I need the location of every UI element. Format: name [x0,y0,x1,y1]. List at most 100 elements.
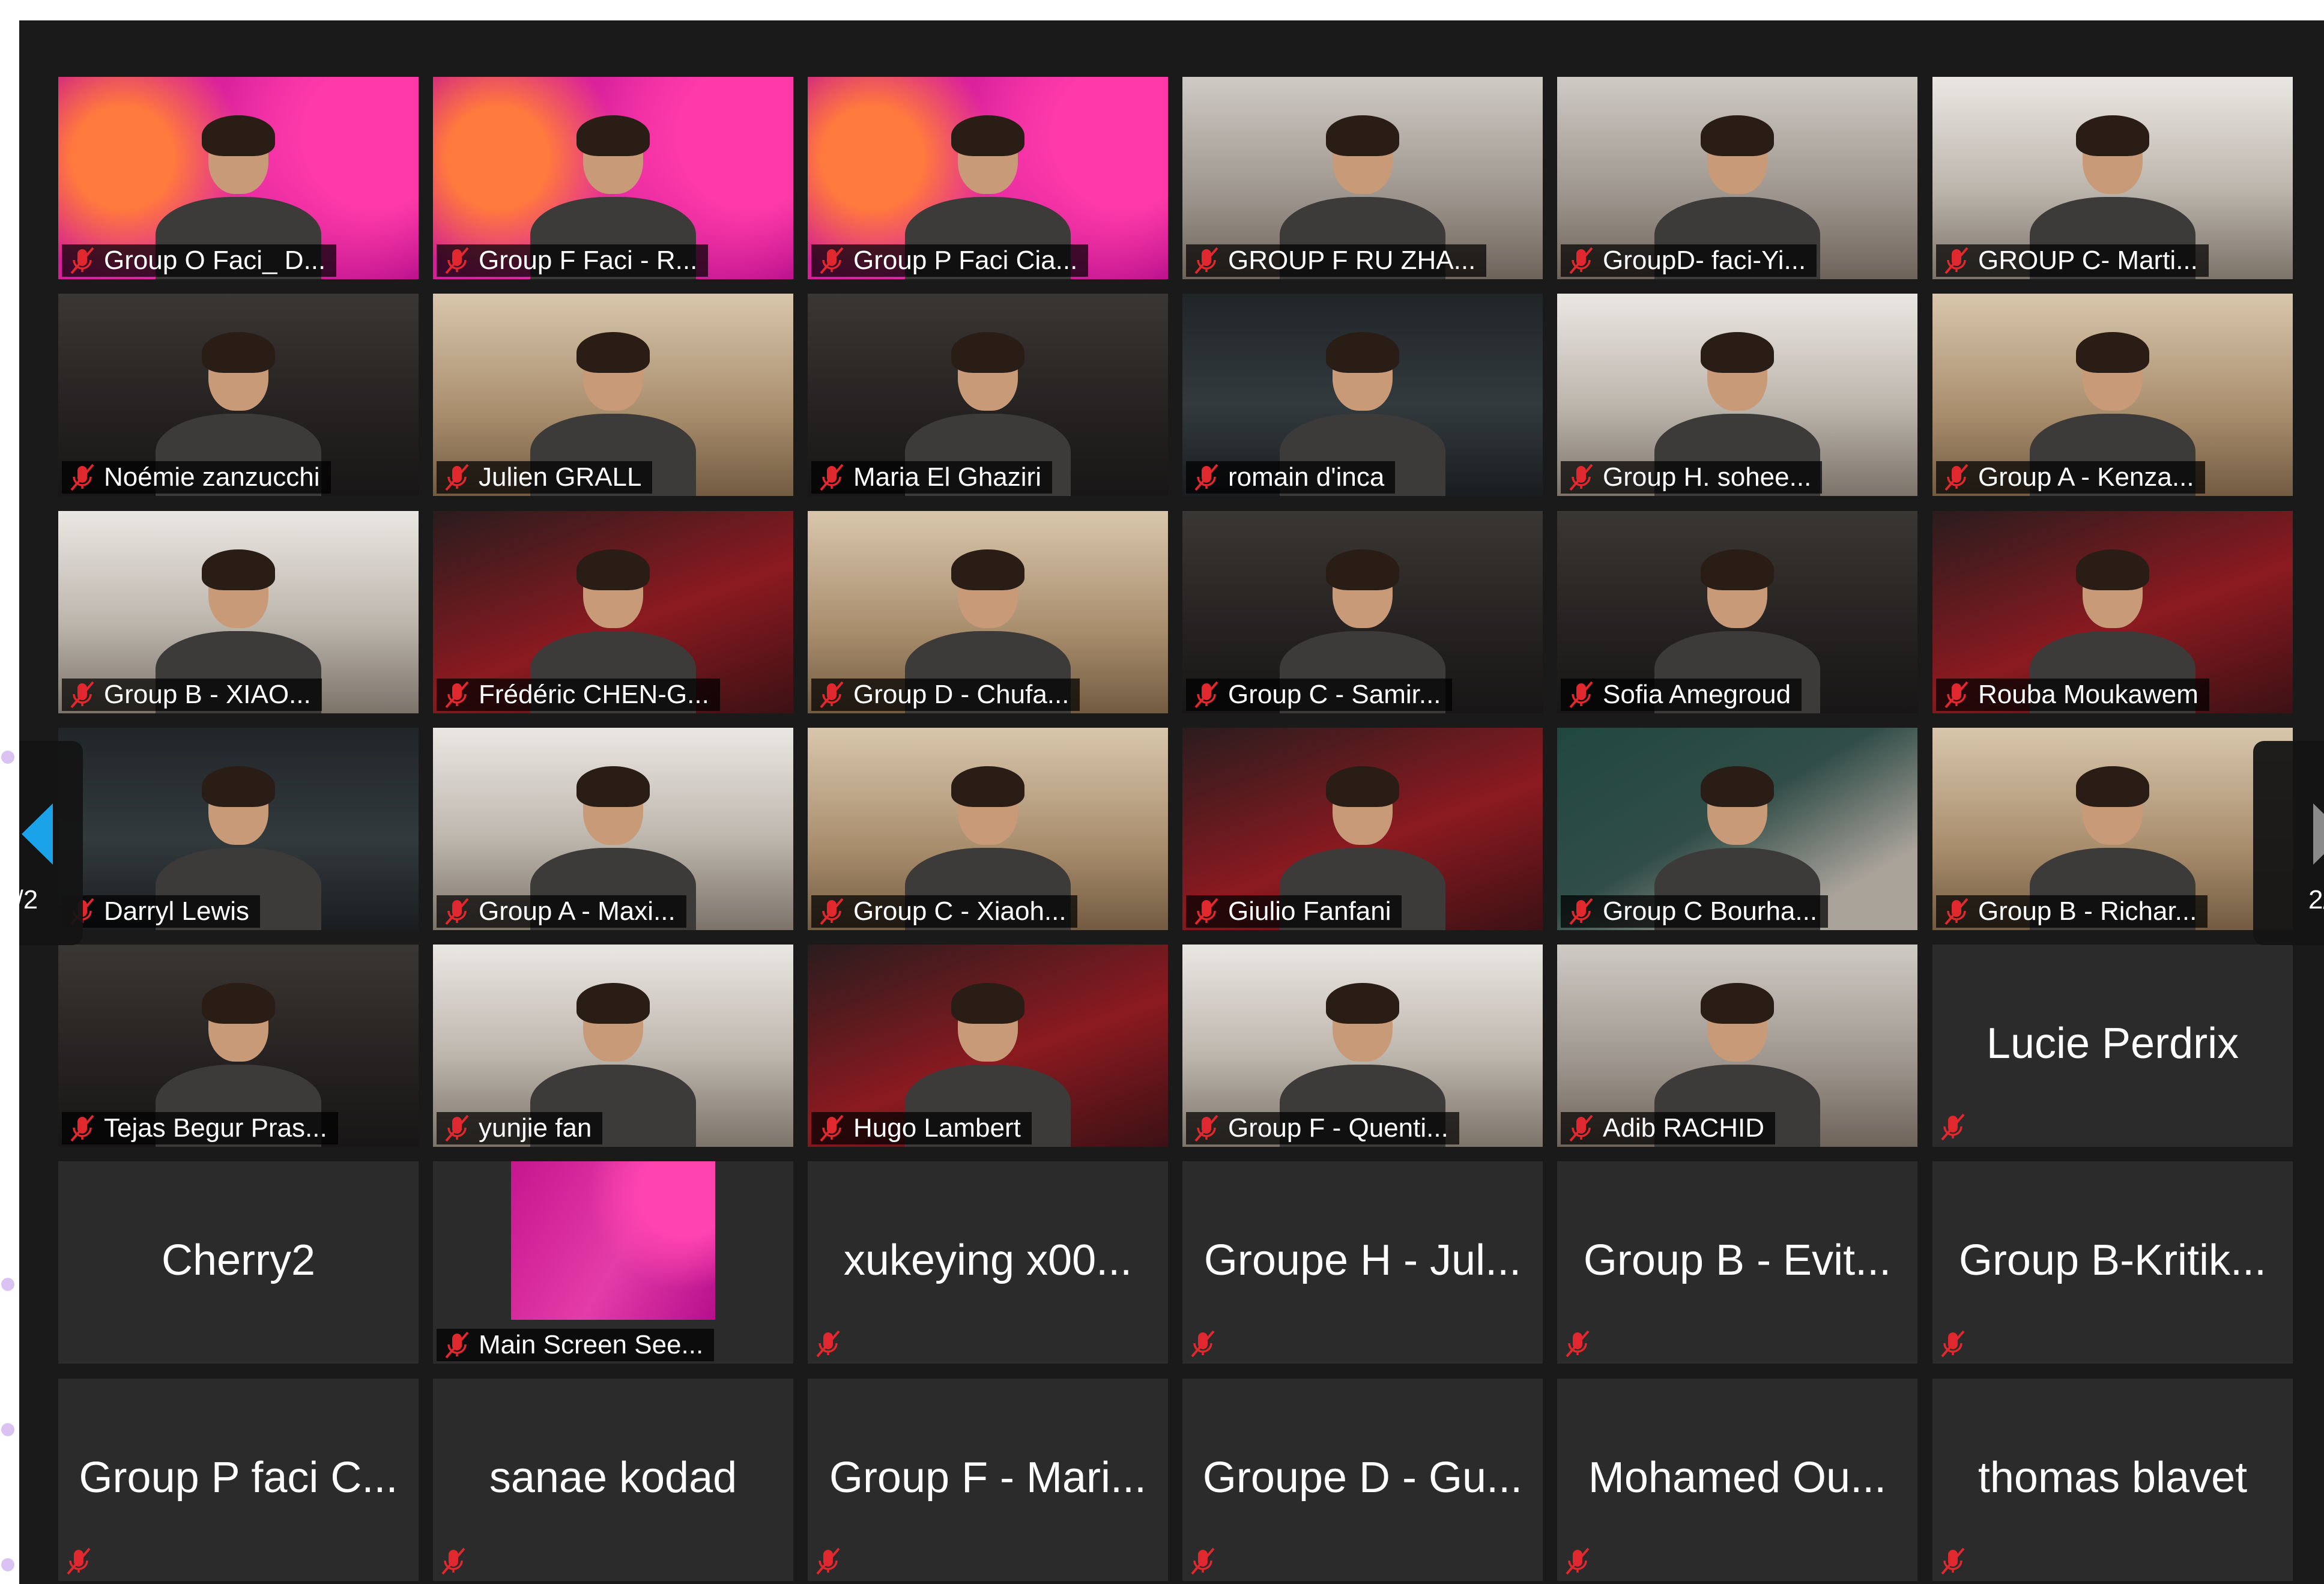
participant-name-label: Group B - XIAO... [62,679,322,711]
participant-name: Group B - Richar... [1978,896,2197,926]
participant-tile[interactable]: GroupD- faci-Yi... [1557,77,1917,279]
participant-name: Giulio Fanfani [1228,896,1391,926]
participant-tile[interactable]: GROUP C- Marti... [1932,77,2293,279]
mic-muted-icon [70,681,94,709]
participant-tile[interactable]: Groupe H - Jul... [1182,1161,1543,1364]
participant-tile[interactable]: thomas blavet [1932,1379,2293,1581]
participant-name: Group C - Samir... [1228,680,1441,709]
participant-tile[interactable]: Frédéric CHEN-G... [433,511,793,713]
participant-name: Tejas Begur Pras... [104,1113,327,1143]
mic-muted-icon [1194,1114,1218,1142]
mic-muted-icon [1194,681,1218,709]
participant-tile[interactable]: Group B-Kritik... [1932,1161,2293,1364]
participant-tile[interactable]: Cherry2 [58,1161,419,1364]
participant-tile[interactable]: Group A - Maxi... [433,728,793,930]
mic-muted-icon [1944,681,1968,709]
participant-tile[interactable]: Adib RACHID [1557,945,1917,1147]
participant-tile[interactable]: Group F - Mari... [808,1379,1168,1581]
participant-name: Cherry2 [161,1236,316,1284]
participant-name-label: Group O Faci_ D... [62,244,337,277]
mic-muted-icon [1941,1330,1965,1358]
participant-tile[interactable]: Group A - Kenza... [1932,294,2293,496]
participant-tile[interactable]: Rouba Moukawem [1932,511,2293,713]
participant-name: Frédéric CHEN-G... [479,680,709,709]
participant-tile[interactable]: Group O Faci_ D... [58,77,419,279]
participant-tile[interactable]: Group B - Richar... [1932,728,2293,930]
mic-muted-icon [445,1114,469,1142]
participant-name: Group D - Chufa... [853,680,1070,709]
participant-name: Group B-Kritik... [1958,1236,2267,1284]
decor-dot [1,1558,14,1571]
participant-tile[interactable]: Group B - XIAO... [58,511,419,713]
participant-name-label: romain d'inca [1186,461,1396,494]
participant-tile[interactable]: Darryl Lewis [58,728,419,930]
mic-muted-icon [1191,1330,1215,1358]
participant-name: Lucie Perdrix [1986,1019,2239,1068]
participant-name: Group H. sohee... [1603,462,1812,492]
mic-muted-icon [816,1547,840,1575]
participant-tile[interactable]: Lucie Perdrix [1932,945,2293,1147]
participant-name-label: Giulio Fanfani [1186,895,1402,928]
participant-tile[interactable]: Sofia Amegroud [1557,511,1917,713]
participant-name: Main Screen See... [479,1330,704,1359]
participant-tile[interactable]: Group B - Evit... [1557,1161,1917,1364]
participant-tile[interactable]: Group D - Chufa... [808,511,1168,713]
participant-name-label: Group C - Xiaoh... [811,895,1077,928]
previous-page-button[interactable]: 2/2 [19,741,83,945]
mic-muted-icon [445,464,469,491]
participant-tile[interactable]: Group C - Samir... [1182,511,1543,713]
participant-tile[interactable]: Group P faci C... [58,1379,419,1581]
participant-name: Groupe H - Jul... [1203,1236,1522,1284]
participant-tile[interactable]: GROUP F RU ZHA... [1182,77,1543,279]
next-page-button[interactable]: 2/ [2253,741,2324,945]
participant-name: thomas blavet [1978,1453,2248,1502]
participant-name-label: Sofia Amegroud [1561,679,1802,711]
mic-muted-icon [820,898,844,925]
mic-muted-icon [820,1114,844,1142]
participant-tile[interactable]: sanae kodad [433,1379,793,1581]
participant-tile[interactable]: Groupe D - Gu... [1182,1379,1543,1581]
mic-muted-icon [816,1330,840,1358]
mic-muted-icon [1566,1547,1590,1575]
participant-name: Mohamed Ou... [1588,1453,1887,1502]
participant-tile[interactable]: Maria El Ghaziri [808,294,1168,496]
participant-name-label: GroupD- faci-Yi... [1561,244,1817,277]
participant-tile[interactable]: Group C - Xiaoh... [808,728,1168,930]
mic-muted-icon [70,1114,94,1142]
participant-tile[interactable]: Noémie zanzucchi [58,294,419,496]
participant-tile[interactable]: Hugo Lambert [808,945,1168,1147]
participant-name: Groupe D - Gu... [1202,1453,1523,1502]
mic-muted-icon [67,1547,91,1575]
participant-tile[interactable]: Group P Faci Cia... [808,77,1168,279]
participant-tile[interactable]: xukeying x00... [808,1161,1168,1364]
participant-name: Maria El Ghaziri [853,462,1041,492]
participant-name-label: Noémie zanzucchi [62,461,331,494]
participant-tile[interactable]: Group F - Quenti... [1182,945,1543,1147]
participant-name: Rouba Moukawem [1978,680,2198,709]
participant-tile[interactable]: Main Screen See... [433,1161,793,1364]
participant-name: Group B - Evit... [1583,1236,1892,1284]
participant-tile[interactable]: Tejas Begur Pras... [58,945,419,1147]
participant-tile[interactable]: Group F Faci - R... [433,77,793,279]
participant-tile[interactable]: Group C Bourha... [1557,728,1917,930]
participant-tile[interactable]: Julien GRALL [433,294,793,496]
participant-name-label: Darryl Lewis [62,895,261,928]
participant-tile[interactable]: Group H. sohee... [1557,294,1917,496]
mic-muted-icon [1194,464,1218,491]
participant-tile[interactable]: romain d'inca [1182,294,1543,496]
mic-muted-icon [1944,247,1968,274]
participant-name: Group F - Mari... [829,1453,1147,1502]
participant-name-label: Group F Faci - R... [437,244,709,277]
participant-name: Group C - Xiaoh... [853,896,1067,926]
participant-name-label: Group P Faci Cia... [811,244,1089,277]
participant-tile[interactable]: Mohamed Ou... [1557,1379,1917,1581]
participant-tile[interactable]: yunjie fan [433,945,793,1147]
mic-muted-icon [1941,1547,1965,1575]
participant-name-label: yunjie fan [437,1112,603,1144]
mic-muted-icon [1944,464,1968,491]
participant-tile[interactable]: Giulio Fanfani [1182,728,1543,930]
mic-muted-icon [1194,247,1218,274]
participant-name-label: Group C Bourha... [1561,895,1829,928]
participant-name: GroupD- faci-Yi... [1603,246,1806,275]
participant-name: Group F - Quenti... [1228,1113,1448,1143]
